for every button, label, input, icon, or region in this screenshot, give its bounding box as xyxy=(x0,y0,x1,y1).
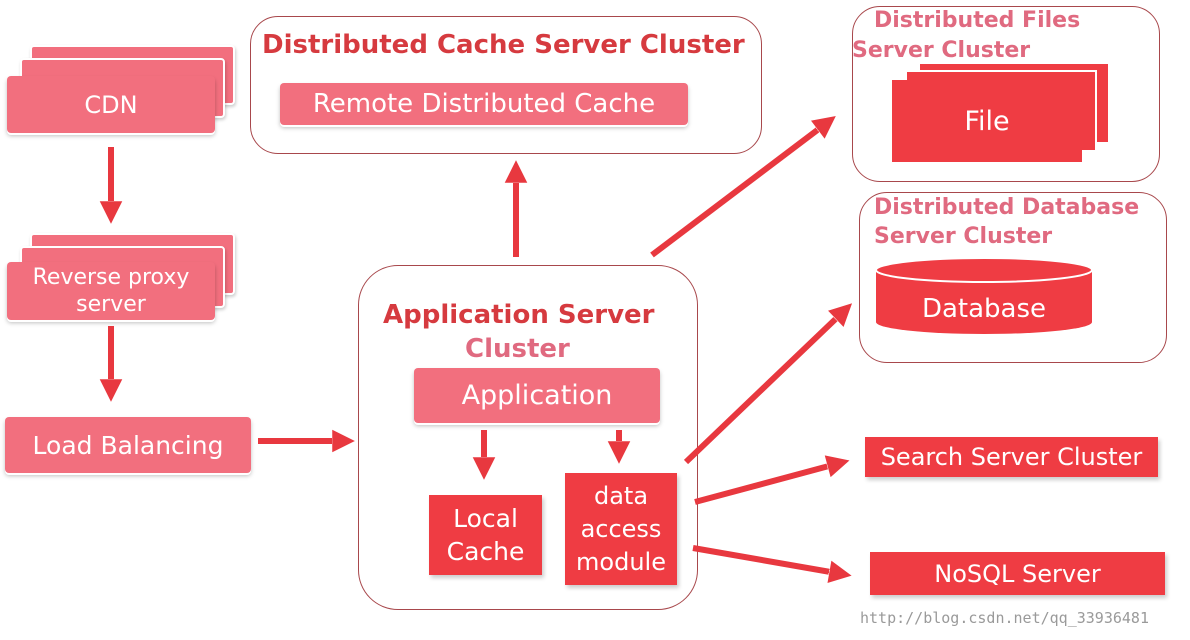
architecture-diagram: CDN Reverse proxy server Load Balancing … xyxy=(0,0,1190,640)
arrow-to-database xyxy=(683,310,845,465)
arrow-to-files xyxy=(650,122,828,258)
arrows-layer xyxy=(0,0,1190,640)
watermark: http://blog.csdn.net/qq_33936481 xyxy=(860,609,1149,627)
arrow-to-nosql xyxy=(692,545,842,574)
arrow-to-search xyxy=(694,463,840,505)
